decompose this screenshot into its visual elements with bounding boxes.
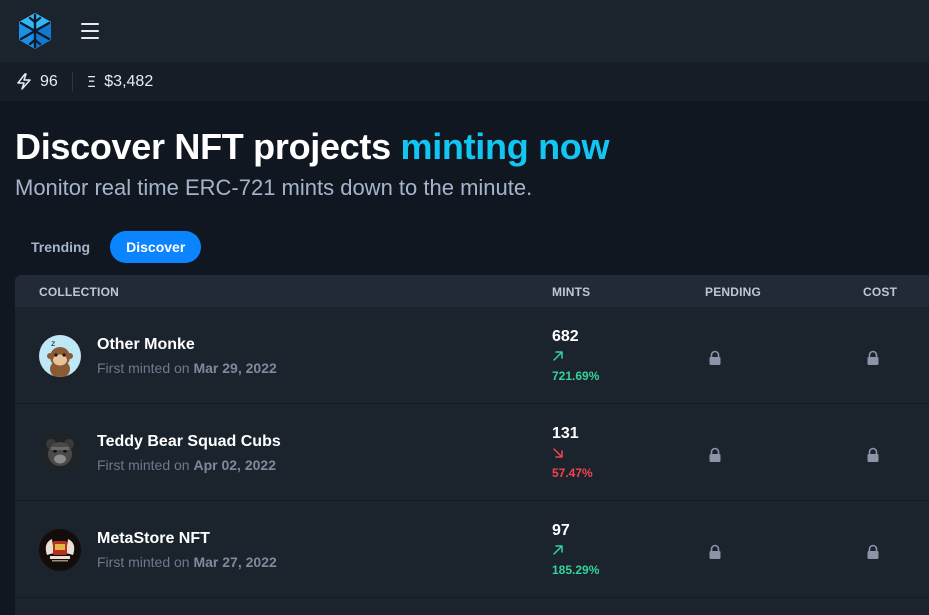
mints-count: 682 — [552, 328, 579, 345]
table-header: COLLECTION MINTS PENDING COST — [15, 275, 929, 307]
title-main: Discover NFT projects — [15, 126, 401, 167]
title-accent: minting now — [400, 126, 610, 167]
mints-change: 721.69% — [552, 369, 600, 383]
gas-value: 96 — [40, 72, 58, 90]
lock-icon — [867, 544, 879, 559]
tab-discover[interactable]: Discover — [110, 231, 202, 263]
eth-price-stat: Ξ $3,482 — [87, 73, 153, 91]
lock-icon — [709, 447, 721, 462]
col-header-cost[interactable]: COST — [863, 285, 897, 299]
col-header-collection[interactable]: COLLECTION — [39, 285, 119, 299]
collection-name[interactable]: MetaStore NFT — [97, 530, 210, 548]
collection-name[interactable]: Other Monke — [97, 336, 195, 354]
lock-icon — [709, 350, 721, 365]
first-minted: First minted on Apr 02, 2022 — [97, 457, 276, 473]
arrow-up-right-icon — [553, 545, 563, 555]
first-minted: First minted on Mar 29, 2022 — [97, 360, 277, 376]
lightning-icon — [17, 73, 31, 90]
svg-text:z: z — [51, 339, 55, 348]
arrow-up-right-icon — [553, 351, 563, 361]
mints-count: 97 — [552, 522, 570, 539]
lock-icon — [709, 544, 721, 559]
tab-bar: Trending Discover — [15, 231, 929, 263]
stat-divider — [71, 71, 73, 92]
top-navbar — [0, 0, 929, 62]
avatar: z — [39, 335, 81, 377]
mints-change: 57.47% — [552, 466, 593, 480]
logo-icon[interactable] — [15, 11, 55, 51]
avatar — [39, 529, 81, 571]
col-header-mints[interactable]: MINTS — [552, 285, 590, 299]
page-subtitle: Monitor real time ERC-721 mints down to … — [15, 175, 533, 200]
hamburger-menu-icon[interactable] — [81, 23, 99, 39]
avatar — [39, 432, 81, 474]
table-row[interactable]: MetaStore NFT First minted on Mar 27, 20… — [15, 501, 929, 598]
stats-bar: 96 Ξ $3,482 — [0, 62, 929, 101]
lock-icon — [867, 350, 879, 365]
hero-section: Discover NFT projects minting now Monito… — [0, 101, 929, 202]
eth-price: $3,482 — [104, 72, 154, 90]
lock-icon — [867, 447, 879, 462]
page-title: Discover NFT projects minting now — [15, 127, 929, 167]
collection-name[interactable]: Teddy Bear Squad Cubs — [97, 433, 281, 451]
gas-stat: 96 — [16, 73, 58, 91]
ethereum-icon: Ξ — [86, 72, 97, 91]
mints-change: 185.29% — [552, 563, 600, 577]
collections-table: COLLECTION MINTS PENDING COST z Other Mo… — [15, 275, 929, 615]
first-minted: First minted on Mar 27, 2022 — [97, 554, 277, 570]
mints-count: 131 — [552, 425, 579, 442]
tab-trending[interactable]: Trending — [15, 231, 106, 263]
table-row[interactable]: z Other Monke First minted on Mar 29, 20… — [15, 307, 929, 404]
table-row[interactable]: Teddy Bear Squad Cubs First minted on Ap… — [15, 404, 929, 501]
arrow-down-right-icon — [553, 448, 563, 458]
col-header-pending[interactable]: PENDING — [705, 285, 761, 299]
